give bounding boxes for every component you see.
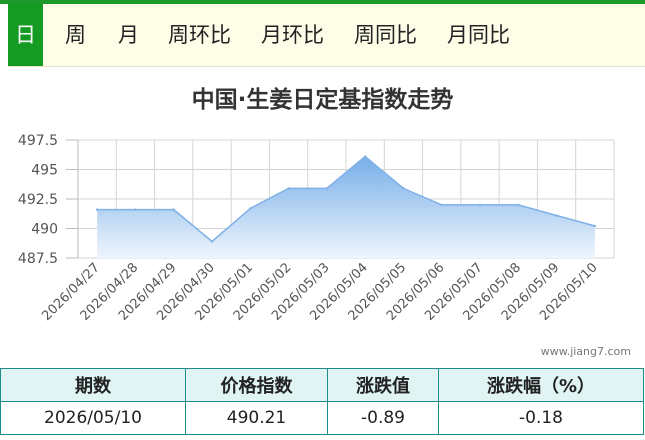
data-point xyxy=(134,208,137,211)
cell-change-value: -0.89 xyxy=(327,401,439,435)
cell-change-percent: -0.18 xyxy=(438,401,644,435)
data-point xyxy=(555,214,558,217)
summary-header-row: 期数 价格指数 涨跌值 涨跌幅（%） xyxy=(0,368,644,402)
header-change-percent: 涨跌幅（%） xyxy=(438,368,644,402)
y-tick-label: 487.5 xyxy=(18,251,58,267)
period-tabs: 日 周 月 周环比 月环比 周同比 月同比 xyxy=(8,4,645,67)
tab-month-year-on-year[interactable]: 月同比 xyxy=(447,4,510,66)
data-point xyxy=(402,187,405,190)
summary-table: 期数 价格指数 涨跌值 涨跌幅（%） 2026/05/10 490.21 -0.… xyxy=(0,368,644,435)
header-period: 期数 xyxy=(0,368,186,402)
tab-week-year-on-year[interactable]: 周同比 xyxy=(354,4,417,66)
summary-data-row: 2026/05/10 490.21 -0.89 -0.18 xyxy=(0,401,644,435)
data-point xyxy=(249,207,252,210)
data-point xyxy=(287,187,290,190)
data-point xyxy=(95,208,99,211)
cell-price-index: 490.21 xyxy=(185,401,328,435)
tab-day[interactable]: 日 xyxy=(8,4,43,66)
tab-week[interactable]: 周 xyxy=(65,4,86,66)
data-point xyxy=(210,240,214,243)
tab-month[interactable]: 月 xyxy=(118,4,139,66)
data-point xyxy=(593,224,597,228)
header-price-index: 价格指数 xyxy=(185,368,328,402)
data-point xyxy=(440,203,443,207)
y-tick-label: 492.5 xyxy=(18,192,58,208)
tab-month-on-month[interactable]: 月环比 xyxy=(261,4,324,66)
data-point xyxy=(517,203,520,207)
data-point xyxy=(172,208,175,211)
data-point xyxy=(478,203,482,207)
y-tick-label: 490 xyxy=(31,222,58,238)
index-trend-chart: 497.5495492.5490487.52026/04/272026/04/2… xyxy=(18,133,615,324)
y-tick-label: 495 xyxy=(31,163,58,179)
data-point xyxy=(363,155,367,158)
chart-title: 中国·生姜日定基指数走势 xyxy=(191,87,454,113)
tab-week-on-week[interactable]: 周环比 xyxy=(168,4,231,66)
site-watermark: www.jiang7.com xyxy=(540,345,631,358)
header-change-value: 涨跌值 xyxy=(327,368,439,402)
y-tick-label: 497.5 xyxy=(18,133,58,149)
cell-period: 2026/05/10 xyxy=(0,401,186,435)
data-point xyxy=(325,187,329,190)
